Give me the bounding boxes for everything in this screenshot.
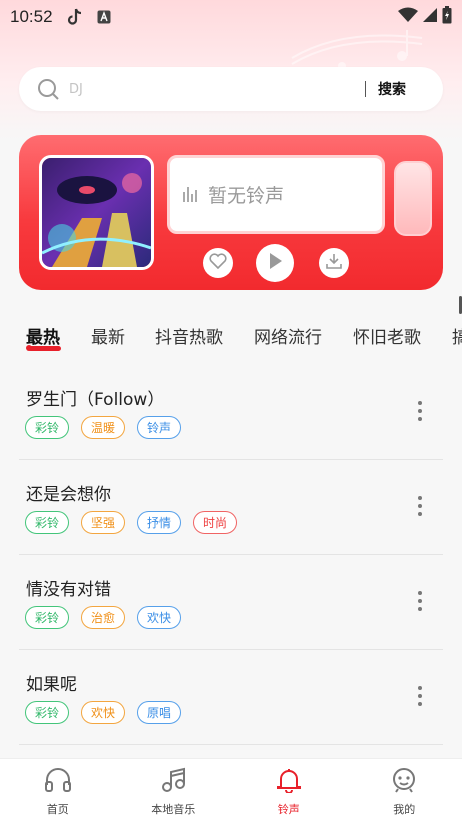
heart-icon [209, 253, 227, 273]
tag: 治愈 [81, 606, 126, 629]
status-time: 10:52 [10, 7, 53, 26]
play-button[interactable] [256, 244, 294, 282]
battery-icon [442, 6, 452, 28]
search-input[interactable] [69, 81, 359, 97]
nav-profile[interactable]: 我的 [347, 759, 462, 821]
song-tags: 彩铃 欢快 原唱 [25, 701, 182, 724]
play-icon [267, 252, 283, 274]
song-list: 罗生门（Follow） 彩铃 温暖 铃声 还是会想你 彩铃 坚强 抒情 时尚 情… [19, 365, 443, 745]
wifi-icon [398, 7, 418, 27]
nav-label: 首页 [46, 803, 69, 816]
tag: 欢快 [81, 701, 126, 724]
tab-oldies[interactable]: 怀旧老歌 [353, 323, 421, 348]
tab-douyin-hits[interactable]: 抖音热歌 [155, 323, 223, 348]
next-slot [394, 161, 432, 236]
ringtone-empty-text: 暂无铃声 [208, 185, 285, 207]
music-note-icon [159, 767, 187, 797]
download-icon [325, 252, 343, 274]
more-options-icon[interactable] [417, 686, 423, 706]
more-options-icon[interactable] [417, 591, 423, 611]
list-item[interactable]: 罗生门（Follow） 彩铃 温暖 铃声 [19, 365, 443, 460]
tab-hottest[interactable]: 最热 [26, 323, 60, 348]
tag: 彩铃 [25, 606, 70, 629]
list-item[interactable]: 如果呢 彩铃 欢快 原唱 [19, 650, 443, 745]
tag: 温暖 [81, 416, 126, 439]
tag: 彩铃 [25, 511, 70, 534]
nav-home[interactable]: 首页 [0, 759, 116, 821]
tab-internet-pop[interactable]: 网络流行 [254, 323, 322, 348]
tag: 时尚 [193, 511, 238, 534]
tab-funny[interactable]: 搞 [452, 323, 462, 348]
download-button[interactable] [319, 248, 349, 278]
list-item[interactable]: 还是会想你 彩铃 坚强 抒情 时尚 [19, 460, 443, 555]
favorite-button[interactable] [203, 248, 233, 278]
song-title: 罗生门（Follow） [26, 390, 165, 410]
tag: 彩铃 [25, 701, 70, 724]
search-icon [37, 78, 59, 100]
song-title: 情没有对错 [26, 580, 111, 600]
tab-newest[interactable]: 最新 [91, 323, 125, 348]
nav-label: 铃声 [277, 803, 300, 816]
tag: 坚强 [81, 511, 126, 534]
headphones-icon [44, 767, 72, 797]
search-bar[interactable]: 搜索 [19, 67, 443, 111]
song-tags: 彩铃 治愈 欢快 [25, 606, 182, 629]
nav-label: 本地音乐 [151, 803, 196, 816]
ringtone-display: 暂无铃声 [167, 155, 385, 234]
song-tags: 彩铃 坚强 抒情 时尚 [25, 511, 238, 534]
profile-icon [390, 767, 418, 797]
font-app-icon [97, 10, 111, 24]
signal-icon [422, 7, 438, 27]
nav-label: 我的 [393, 803, 416, 816]
status-bar: 10:52 [0, 0, 462, 34]
bottom-navigation: 首页 本地音乐 铃声 我的 [0, 758, 462, 821]
song-title: 如果呢 [26, 675, 77, 695]
tag: 欢快 [137, 606, 182, 629]
search-button[interactable]: 搜索 [378, 79, 406, 99]
ringtone-player-card: 暂无铃声 [19, 135, 443, 290]
tab-indicator [28, 346, 61, 351]
search-divider [365, 81, 366, 97]
equalizer-icon [182, 184, 200, 206]
more-options-icon[interactable] [417, 401, 423, 421]
more-options-icon[interactable] [417, 496, 423, 516]
tag: 抒情 [137, 511, 182, 534]
album-cover[interactable] [39, 155, 154, 270]
category-tabs: 最热 最新 抖音热歌 网络流行 怀旧老歌 搞 [0, 318, 462, 358]
tag: 原唱 [137, 701, 182, 724]
tag: 彩铃 [25, 416, 70, 439]
nav-local-music[interactable]: 本地音乐 [116, 759, 232, 821]
nav-ringtones[interactable]: 铃声 [231, 759, 347, 821]
list-item[interactable]: 情没有对错 彩铃 治愈 欢快 [19, 555, 443, 650]
tag: 铃声 [137, 416, 182, 439]
bell-icon [275, 767, 303, 797]
song-tags: 彩铃 温暖 铃声 [25, 416, 182, 439]
song-title: 还是会想你 [26, 485, 111, 505]
tiktok-icon [67, 8, 83, 26]
